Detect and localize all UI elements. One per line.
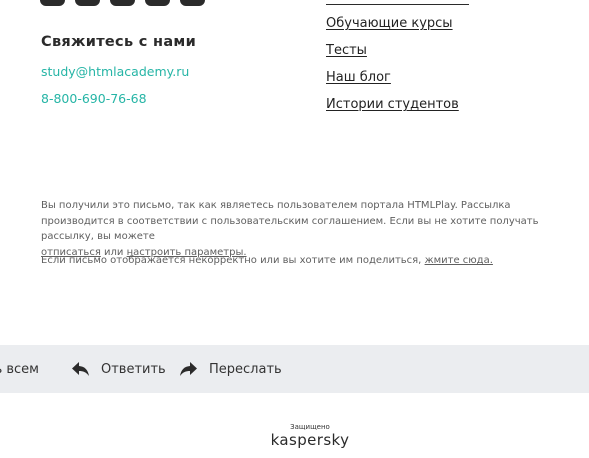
social-icon[interactable] — [40, 0, 65, 6]
menu-link-cropped[interactable] — [326, 0, 469, 5]
menu-link-blog[interactable]: Наш блог — [326, 70, 391, 85]
subscription-notice: Вы получили это письмо, так как являетес… — [41, 198, 561, 260]
social-icon[interactable] — [145, 0, 170, 6]
click-here-link[interactable]: жмите сюда. — [425, 255, 493, 266]
menu-link-stories[interactable]: Истории студентов — [326, 97, 459, 112]
forward-icon — [180, 362, 197, 376]
forward-button[interactable]: Переслать — [180, 345, 282, 393]
display-notice-text: Если письмо отображается некорректно или… — [41, 255, 422, 266]
forward-label: Переслать — [209, 361, 282, 377]
social-icon[interactable] — [180, 0, 205, 6]
reply-toolbar: ть всем Ответить Переслать — [0, 345, 589, 393]
social-icon[interactable] — [75, 0, 100, 6]
reply-all-label: ть всем — [0, 361, 39, 377]
reply-icon — [72, 362, 89, 376]
contact-title: Свяжитесь с нами — [41, 34, 197, 50]
kaspersky-logo: kaspersky — [270, 431, 350, 449]
display-notice: Если письмо отображается некорректно или… — [41, 253, 561, 269]
reply-all-button[interactable]: ть всем — [0, 345, 39, 393]
notice-text: Вы получили это письмо, так как являетес… — [41, 200, 539, 242]
protected-label: Защищено — [290, 423, 330, 431]
social-icon[interactable] — [110, 0, 135, 6]
social-icons-row — [40, 0, 205, 6]
contact-phone-link[interactable]: 8-800-690-76-68 — [41, 91, 147, 106]
menu-link-courses[interactable]: Обучающие курсы — [326, 16, 453, 31]
reply-button[interactable]: Ответить — [72, 345, 166, 393]
reply-label: Ответить — [101, 361, 166, 377]
menu-link-tests[interactable]: Тесты — [326, 43, 367, 58]
contact-email-link[interactable]: study@htmlacademy.ru — [41, 64, 189, 79]
